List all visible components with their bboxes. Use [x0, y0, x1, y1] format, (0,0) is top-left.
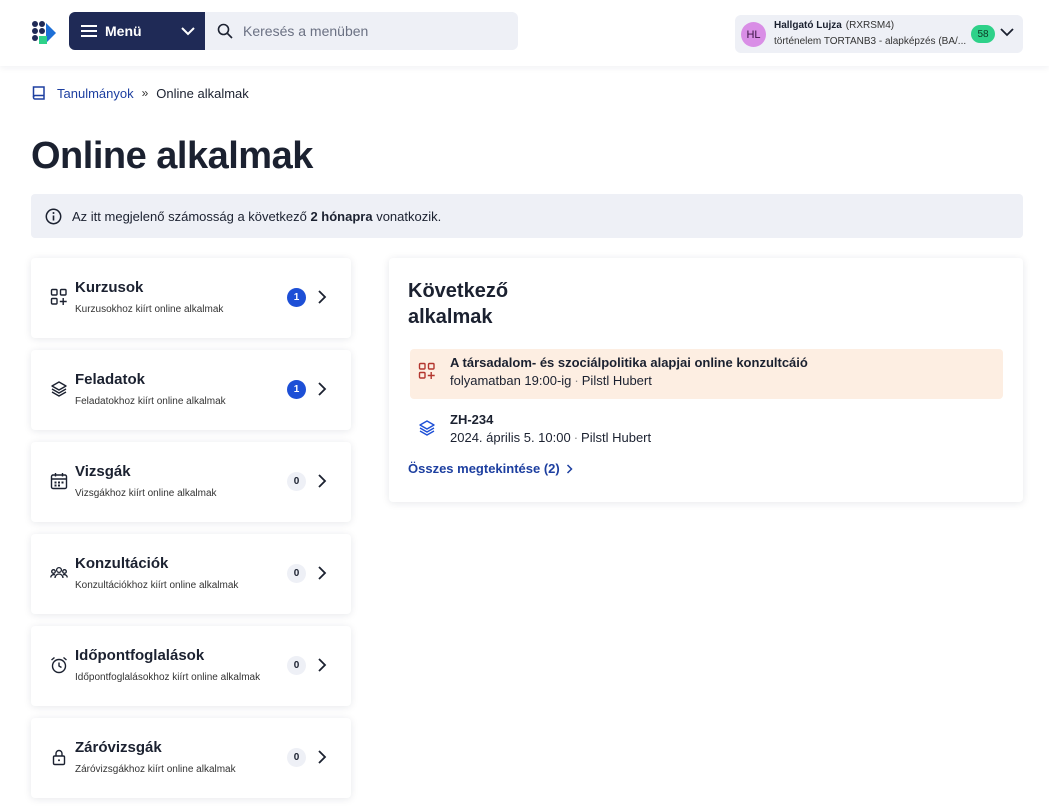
alarm-clock-icon — [51, 656, 67, 674]
grid-plus-icon — [418, 362, 435, 379]
people-icon — [50, 566, 68, 579]
layers-icon — [419, 420, 435, 436]
card-title: Feladatok — [75, 371, 146, 388]
category-card-final-exams[interactable]: Záróvizsgák Záróvizsgákhoz kiírt online … — [31, 718, 351, 798]
chevron-right-icon — [318, 290, 327, 304]
calendar-icon — [50, 473, 68, 490]
event-item[interactable]: A társadalom- és szociálpolitika alapjai… — [410, 349, 1003, 399]
card-subtitle: Konzultációkhoz kiírt online alkalmak — [75, 580, 239, 591]
card-subtitle: Feladatokhoz kiírt online alkalmak — [75, 396, 226, 407]
panel-title: Következő alkalmak — [408, 280, 509, 328]
card-subtitle: Kurzusokhoz kiírt online alkalmak — [75, 304, 224, 315]
chevron-right-icon — [318, 474, 327, 488]
count-badge: 0 — [287, 656, 306, 675]
event-title: ZH-234 — [450, 412, 494, 427]
card-subtitle: Időpontfoglalásokhoz kiírt online alkalm… — [75, 672, 261, 683]
user-switcher[interactable]: HL Hallgató Lujza (RXRSM4) történelem TOR… — [735, 15, 1023, 53]
count-badge: 1 — [287, 380, 306, 399]
category-card-consultations[interactable]: Konzultációk Konzultációkhoz kiírt onlin… — [31, 534, 351, 614]
chevron-right-icon — [318, 566, 327, 580]
event-item[interactable]: ZH-234 2024. április 5. 10:00 · Pilstl Hub… — [410, 406, 1003, 456]
info-text: Az itt megjelenő számosság a következő 2… — [72, 208, 442, 224]
breadcrumb-current: Online alkalmak — [156, 85, 249, 101]
card-subtitle: Vizsgákhoz kiírt online alkalmak — [75, 488, 217, 499]
user-code: (RXRSM4) — [845, 20, 895, 31]
card-title: Konzultációk — [75, 555, 169, 572]
lock-icon — [52, 749, 66, 766]
event-details: 2024. április 5. 10:00 · Pilstl Hubert — [450, 430, 652, 445]
user-name-line: Hallgató Lujza (RXRSM4) — [774, 20, 894, 31]
avatar: HL — [741, 22, 766, 47]
next-events-panel: Következő alkalmak A társadalom- és szoc… — [389, 258, 1023, 502]
chevron-right-icon — [318, 382, 327, 396]
category-card-tasks[interactable]: Feladatok Feladatokhoz kiírt online alka… — [31, 350, 351, 430]
count-badge: 0 — [287, 564, 306, 583]
card-subtitle: Záróvizsgákhoz kiírt online alkalmak — [75, 764, 236, 775]
search-input[interactable] — [243, 23, 503, 39]
view-all-link[interactable]: Összes megtekintése (2) — [408, 461, 573, 476]
search-icon — [217, 23, 233, 39]
chevron-down-icon — [181, 27, 195, 36]
category-card-courses[interactable]: Kurzusok Kurzusokhoz kiírt online alkalm… — [31, 258, 351, 338]
breadcrumb-link-studies[interactable]: Tanulmányok — [57, 86, 134, 101]
menu-search — [205, 12, 518, 50]
user-program: történelem TORTANB3 - alapképzés (BA/... — [774, 36, 967, 47]
event-details: folyamatban 19:00-ig · Pilstl Hubert — [450, 373, 652, 388]
top-header: Menü HL Hallgató Lujza(RXRSM4) történele… — [0, 0, 1049, 66]
page-title: Online alkalmak — [31, 135, 313, 177]
book-icon — [32, 86, 45, 100]
info-highlight: 2 hónapra — [310, 208, 373, 224]
notification-badge: 58 — [971, 25, 995, 43]
card-title: Kurzusok — [75, 279, 144, 296]
app-logo-icon[interactable] — [30, 19, 58, 47]
chevron-right-icon — [566, 463, 573, 474]
user-name: Hallgató Lujza — [774, 20, 842, 31]
card-title: Időpontfoglalások — [75, 647, 205, 664]
grid-plus-icon — [50, 288, 67, 305]
info-banner: Az itt megjelenő számosság a következő 2… — [31, 194, 1023, 238]
category-card-exams[interactable]: Vizsgák Vizsgákhoz kiírt online alkalmak… — [31, 442, 351, 522]
breadcrumb: Tanulmányok » Online alkalmak — [31, 85, 249, 101]
count-badge: 1 — [287, 288, 306, 307]
chevron-right-icon — [318, 658, 327, 672]
count-badge: 0 — [287, 748, 306, 767]
chevron-right-icon — [318, 750, 327, 764]
count-badge: 0 — [287, 472, 306, 491]
view-all-label: Összes megtekintése (2) — [408, 461, 560, 476]
info-icon — [45, 208, 62, 224]
event-title: A társadalom- és szociálpolitika alapjai… — [450, 355, 808, 370]
menu-button[interactable]: Menü — [69, 12, 205, 50]
breadcrumb-separator: » — [141, 86, 149, 100]
menu-label: Menü — [105, 23, 142, 39]
hamburger-icon — [81, 25, 97, 37]
layers-icon — [51, 381, 67, 397]
card-title: Vizsgák — [75, 463, 131, 480]
category-card-appointments[interactable]: Időpontfoglalások Időpontfoglalásokhoz k… — [31, 626, 351, 706]
card-title: Záróvizsgák — [75, 739, 162, 756]
chevron-down-icon — [1000, 28, 1014, 37]
